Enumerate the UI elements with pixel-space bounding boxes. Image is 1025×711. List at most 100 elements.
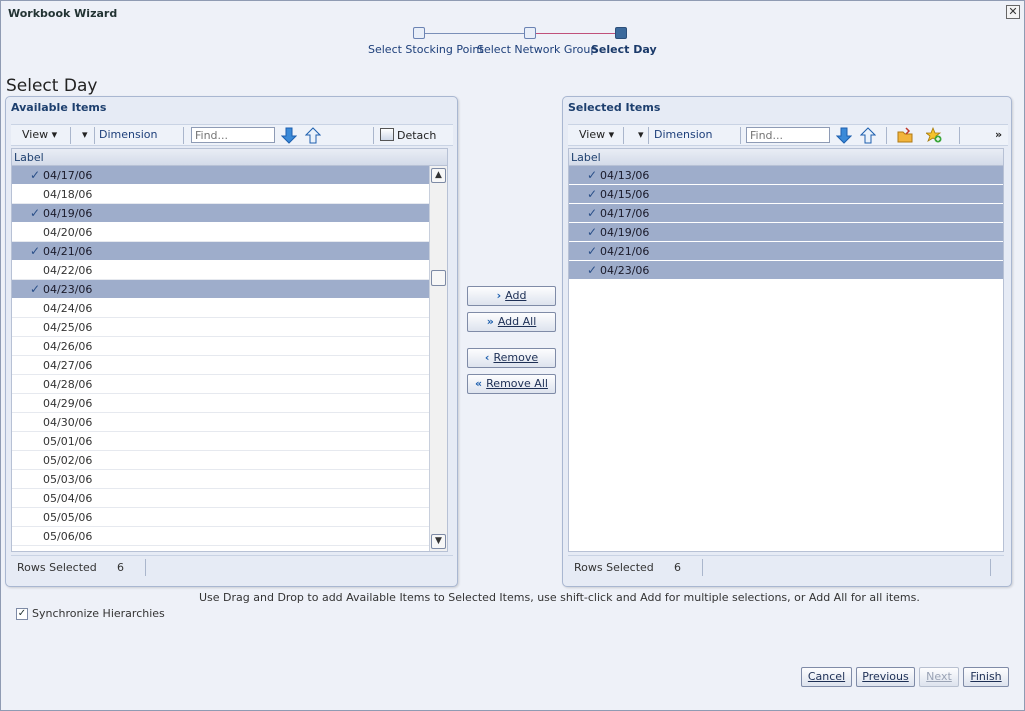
view-menu[interactable]: View ▾ [579,128,614,141]
remove-all-button[interactable]: «Remove All [467,374,556,394]
table-row[interactable]: 05/06/06 [12,527,447,546]
table-row[interactable]: ✓ 04/21/06 [569,242,1003,261]
train-label-stocking-point[interactable]: Select Stocking Point [368,43,484,56]
toolbar-separator [648,127,649,144]
toolbar-separator [94,127,95,144]
train-label-network-group[interactable]: Select Network Group [477,43,597,56]
row-label: 05/03/06 [43,473,93,486]
find-previous-icon[interactable] [860,127,876,144]
chevron-right-icon: › [496,289,502,302]
checkmark-icon: ✓ [30,244,41,258]
open-folder-icon[interactable] [897,127,913,144]
table-row[interactable]: ✓ 04/23/06 [569,261,1003,280]
table-row[interactable]: 05/04/06 [12,489,447,508]
table-row[interactable]: ✓ 04/19/06 [569,223,1003,242]
selected-status-bar: Rows Selected 6 [568,555,1004,577]
table-row[interactable]: 04/18/06 [12,185,447,204]
find-next-icon[interactable] [836,127,852,144]
column-header-label[interactable]: Label [569,149,1003,166]
find-input[interactable] [746,127,830,143]
checkmark-icon: ✓ [587,168,598,182]
selected-items-table: Label ✓ 04/13/06 ✓ 04/15/06 ✓ 04/17/06 ✓ 04/19/… [568,148,1004,552]
table-row[interactable]: 04/29/06 [12,394,447,413]
find-previous-icon[interactable] [305,127,321,144]
table-row[interactable]: ✓ 04/15/06 [569,185,1003,204]
table-row[interactable]: 04/20/06 [12,223,447,242]
table-row[interactable]: ✓ 04/21/06 [12,242,447,261]
train-stop-select-day [615,27,627,39]
table-row[interactable]: 05/03/06 [12,470,447,489]
table-row[interactable]: ✓ 04/23/06 [12,280,447,299]
checkbox-checked-icon[interactable]: ✓ [16,608,28,620]
row-label: 04/13/06 [600,169,650,182]
available-items-table: Label ✓ 04/17/06 04/18/06 ✓ 04/19/06 04/20/06… [11,148,448,552]
table-row[interactable]: ✓ 04/13/06 [569,166,1003,185]
table-row[interactable]: ✓ 04/17/06 [12,166,447,185]
selected-toolbar: View ▾ ▾ Dimension » [568,124,1008,146]
table-row[interactable]: 05/02/06 [12,451,447,470]
train-stop-stocking-point[interactable] [413,27,425,39]
row-label: 05/04/06 [43,492,93,505]
status-separator [702,559,703,576]
table-row[interactable]: 04/28/06 [12,375,447,394]
toolbar-separator [183,127,184,144]
toolbar-separator [70,127,71,144]
checkmark-icon: ✓ [30,206,41,220]
dimension-dropdown-icon[interactable]: ▾ [638,128,644,141]
row-label: 04/23/06 [600,264,650,277]
scroll-up-icon[interactable]: ▲ [431,168,446,183]
dimension-link[interactable]: Dimension [99,128,157,141]
dimension-dropdown-icon[interactable]: ▾ [82,128,88,141]
table-row[interactable]: 05/01/06 [12,432,447,451]
scroll-down-icon[interactable]: ▼ [431,534,446,549]
add-button[interactable]: › Add [467,286,556,306]
remove-button[interactable]: ‹ Remove [467,348,556,368]
rows-selected-count: 6 [674,561,681,574]
close-icon[interactable]: ✕ [1006,5,1020,19]
table-row[interactable]: ✓ 04/19/06 [12,204,447,223]
table-row[interactable]: 04/25/06 [12,318,447,337]
table-row[interactable]: 04/26/06 [12,337,447,356]
table-row[interactable]: ✓ 04/17/06 [569,204,1003,223]
table-row[interactable]: 04/22/06 [12,261,447,280]
more-icon[interactable]: » [995,128,1002,141]
checkmark-icon: ✓ [587,263,598,277]
synchronize-hierarchies-label: Synchronize Hierarchies [32,607,165,620]
available-status-bar: Rows Selected 6 [11,555,453,577]
table-row[interactable]: 04/27/06 [12,356,447,375]
row-label: 04/26/06 [43,340,93,353]
row-label: 04/19/06 [43,207,93,220]
view-menu[interactable]: View ▾ [22,128,57,141]
scroll-thumb[interactable] [431,270,446,286]
find-next-icon[interactable] [281,127,297,144]
previous-button[interactable]: Previous [856,667,915,687]
add-all-button[interactable]: » Add All [467,312,556,332]
table-row[interactable]: 05/07/06 [12,546,447,551]
instruction-text: Use Drag and Drop to add Available Items… [199,591,920,604]
row-label: 04/29/06 [43,397,93,410]
vertical-scrollbar[interactable]: ▲ ▼ [429,166,447,551]
finish-button[interactable]: Finish [963,667,1009,687]
row-label: 04/22/06 [43,264,93,277]
checkmark-icon: ✓ [587,206,598,220]
dimension-link[interactable]: Dimension [654,128,712,141]
rows-selected-label: Rows Selected [17,561,97,574]
favorite-add-icon[interactable] [926,127,942,144]
detach-button[interactable]: Detach [380,128,436,142]
double-chevron-left-icon: « [475,377,483,390]
find-input[interactable] [191,127,275,143]
table-row[interactable]: 04/30/06 [12,413,447,432]
checkmark-icon: ✓ [587,225,598,239]
table-row[interactable]: 05/05/06 [12,508,447,527]
cancel-button[interactable]: Cancel [801,667,852,687]
toolbar-separator [623,127,624,144]
synchronize-hierarchies-checkbox[interactable]: ✓ Synchronize Hierarchies [16,607,165,620]
row-label: 04/21/06 [43,245,93,258]
table-row[interactable]: 04/24/06 [12,299,447,318]
train-stop-network-group[interactable] [524,27,536,39]
column-header-label[interactable]: Label [12,149,447,166]
rows-selected-label: Rows Selected [574,561,654,574]
train-connector-active [534,33,620,34]
row-label: 05/06/06 [43,530,93,543]
next-button: Next [919,667,959,687]
